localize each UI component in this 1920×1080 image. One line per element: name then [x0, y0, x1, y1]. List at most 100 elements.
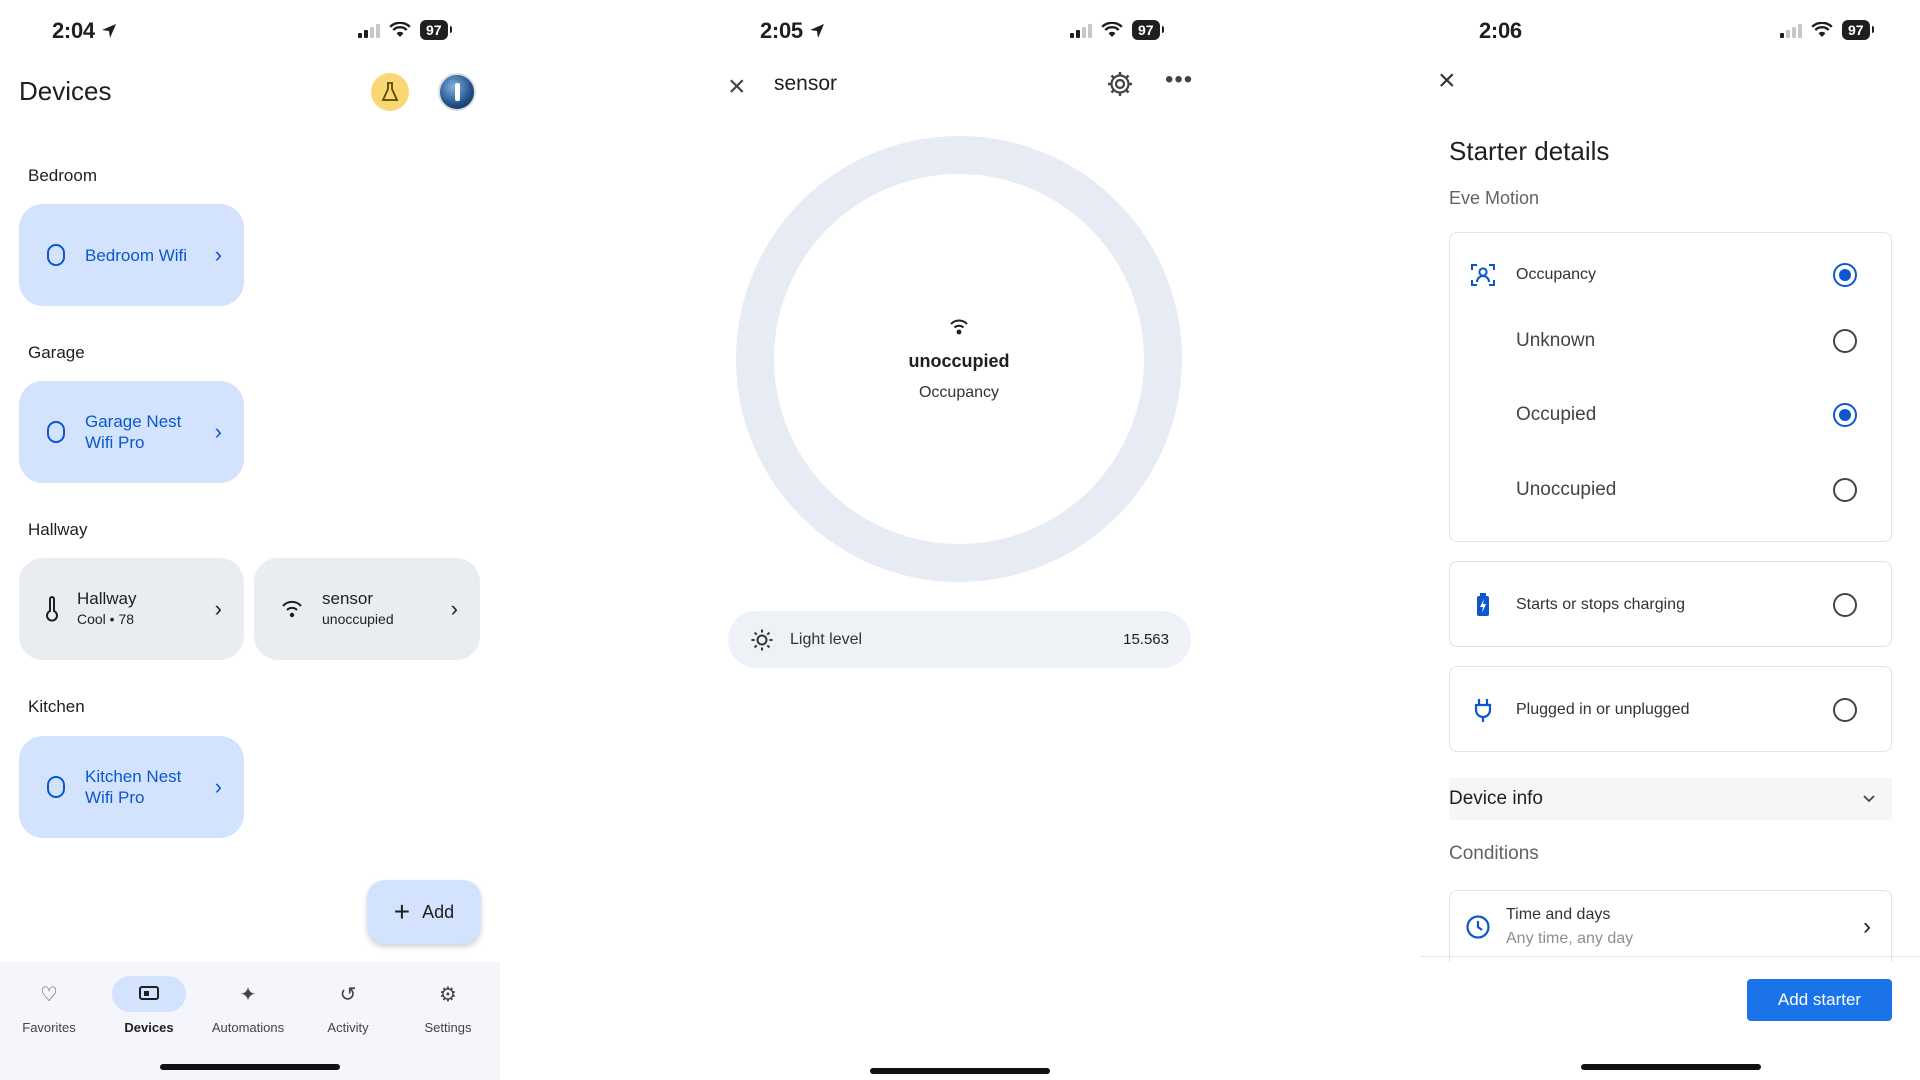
wifi-icon — [1101, 22, 1123, 37]
plugged-card[interactable]: Plugged in or unplugged — [1449, 666, 1892, 752]
devices-icon — [112, 976, 186, 1012]
nav-devices[interactable]: Devices — [104, 976, 194, 1035]
router-icon — [47, 421, 65, 443]
close-icon[interactable]: × — [728, 70, 746, 104]
option-unknown[interactable]: Unknown — [1450, 317, 1891, 365]
option-label: Unknown — [1516, 330, 1596, 351]
device-tile-garage-wifi[interactable]: Garage Nest Wifi Pro › — [19, 381, 244, 483]
light-level-label: Light level — [790, 630, 863, 648]
plus-icon: + — [393, 896, 411, 927]
device-tile-bedroom-wifi[interactable]: Bedroom Wifi › — [19, 204, 244, 306]
sensor-wave-icon — [950, 319, 968, 334]
nav-settings[interactable]: ⚙ Settings — [403, 976, 493, 1036]
tile-name: Bedroom Wifi — [85, 245, 188, 265]
light-level-row[interactable]: Light level 15.563 — [728, 611, 1191, 668]
battery-charging-icon — [1450, 592, 1516, 618]
router-icon — [47, 776, 65, 798]
device-tile-sensor[interactable]: sensor unoccupied › — [254, 558, 480, 660]
location-arrow-icon — [101, 24, 116, 38]
option-occupied[interactable]: Occupied — [1450, 391, 1891, 439]
thermometer-icon — [46, 596, 58, 622]
option-radio[interactable] — [1833, 403, 1857, 427]
labs-button[interactable] — [371, 73, 409, 111]
gear-icon — [1108, 72, 1132, 96]
avatar[interactable] — [438, 73, 476, 111]
status-icons: 97 — [1780, 20, 1874, 40]
status-bar: 2:05 97 — [700, 16, 1220, 46]
add-starter-button[interactable]: Add starter — [1747, 979, 1892, 1021]
signal-icon — [1780, 23, 1802, 38]
device-title: sensor — [774, 72, 838, 95]
close-icon[interactable]: × — [1438, 64, 1456, 98]
occupancy-icon — [1450, 261, 1516, 289]
more-options-icon[interactable]: ••• — [1165, 66, 1193, 94]
add-button[interactable]: + Add — [367, 880, 481, 944]
tile-name-line2: Wifi Pro — [85, 433, 145, 452]
occupancy-radio[interactable] — [1833, 263, 1857, 287]
option-radio[interactable] — [1833, 478, 1857, 502]
chevron-right-icon: › — [214, 419, 222, 444]
option-radio[interactable] — [1833, 329, 1857, 353]
time-title: Time and days — [1506, 905, 1611, 923]
nav-automations[interactable]: ✦ Automations — [203, 976, 293, 1036]
occupancy-label: Occupancy — [1516, 266, 1597, 283]
status-time: 2:06 — [1479, 18, 1522, 43]
status-bar: 2:04 97 — [0, 16, 500, 46]
tile-name: Kitchen Nest — [85, 767, 182, 786]
battery-icon: 97 — [1132, 20, 1164, 40]
history-icon: ↺ — [339, 983, 357, 1006]
nav-label: Devices — [124, 1020, 174, 1035]
room-heading-kitchen: Kitchen — [28, 697, 85, 716]
device-info-expander[interactable]: Device info — [1449, 778, 1892, 820]
chevron-right-icon: › — [214, 596, 222, 621]
nav-label: Settings — [424, 1020, 472, 1035]
heart-icon: ♡ — [40, 983, 58, 1006]
home-indicator — [160, 1064, 340, 1070]
chevron-right-icon: › — [214, 242, 222, 267]
add-button-label: Add — [422, 901, 455, 922]
time-and-days-row[interactable]: Time and days Any time, any day › — [1449, 890, 1892, 962]
status-icons: 97 — [1070, 20, 1164, 40]
router-icon — [47, 244, 65, 266]
room-heading-garage: Garage — [28, 343, 85, 362]
tile-name: Garage Nest — [85, 412, 182, 431]
charging-option[interactable]: Starts or stops charging — [1450, 581, 1891, 629]
charging-label: Starts or stops charging — [1516, 596, 1685, 613]
nav-activity[interactable]: ↺ Activity — [303, 976, 393, 1036]
plugged-label: Plugged in or unplugged — [1516, 701, 1690, 718]
nav-label: Activity — [327, 1020, 369, 1035]
time-subtitle: Any time, any day — [1506, 929, 1634, 947]
home-indicator — [870, 1068, 1050, 1074]
settings-button[interactable] — [1106, 70, 1134, 103]
option-label: Occupied — [1516, 404, 1597, 425]
battery-icon: 97 — [1842, 20, 1874, 40]
room-heading-hallway: Hallway — [28, 520, 88, 539]
plugged-option[interactable]: Plugged in or unplugged — [1450, 686, 1891, 734]
nav-label: Automations — [211, 1020, 285, 1035]
device-tile-hallway-thermostat[interactable]: Hallway Cool • 78 › — [19, 558, 244, 660]
bottom-navigation: ♡ Favorites Devices ✦ Automations ↺ Acti… — [0, 962, 500, 1080]
chevron-right-icon: › — [1863, 912, 1871, 940]
home-indicator — [1581, 1064, 1761, 1070]
gear-icon: ⚙ — [439, 983, 457, 1006]
page-title: Starter details — [1449, 136, 1610, 166]
charging-radio[interactable] — [1833, 593, 1857, 617]
nav-favorites[interactable]: ♡ Favorites — [4, 976, 94, 1036]
signal-icon — [358, 23, 380, 38]
device-tile-kitchen-wifi[interactable]: Kitchen Nest Wifi Pro › — [19, 736, 244, 838]
room-heading-bedroom: Bedroom — [28, 166, 97, 185]
sparkle-icon: ✦ — [239, 983, 257, 1006]
page-title: Devices — [19, 76, 112, 106]
divider — [1420, 956, 1920, 957]
conditions-heading: Conditions — [1449, 843, 1539, 864]
light-level-value: 15.563 — [1123, 631, 1169, 648]
charging-card[interactable]: Starts or stops charging — [1449, 561, 1892, 647]
option-unoccupied[interactable]: Unoccupied — [1450, 466, 1891, 514]
tile-status: unoccupied — [322, 611, 394, 627]
flask-icon — [381, 82, 399, 101]
plugged-radio[interactable] — [1833, 698, 1857, 722]
tile-name-line2: Wifi Pro — [85, 788, 145, 807]
occupancy-option[interactable]: Occupancy — [1450, 251, 1891, 299]
occupancy-label: Occupancy — [918, 383, 1000, 401]
tile-name: sensor — [322, 589, 374, 608]
